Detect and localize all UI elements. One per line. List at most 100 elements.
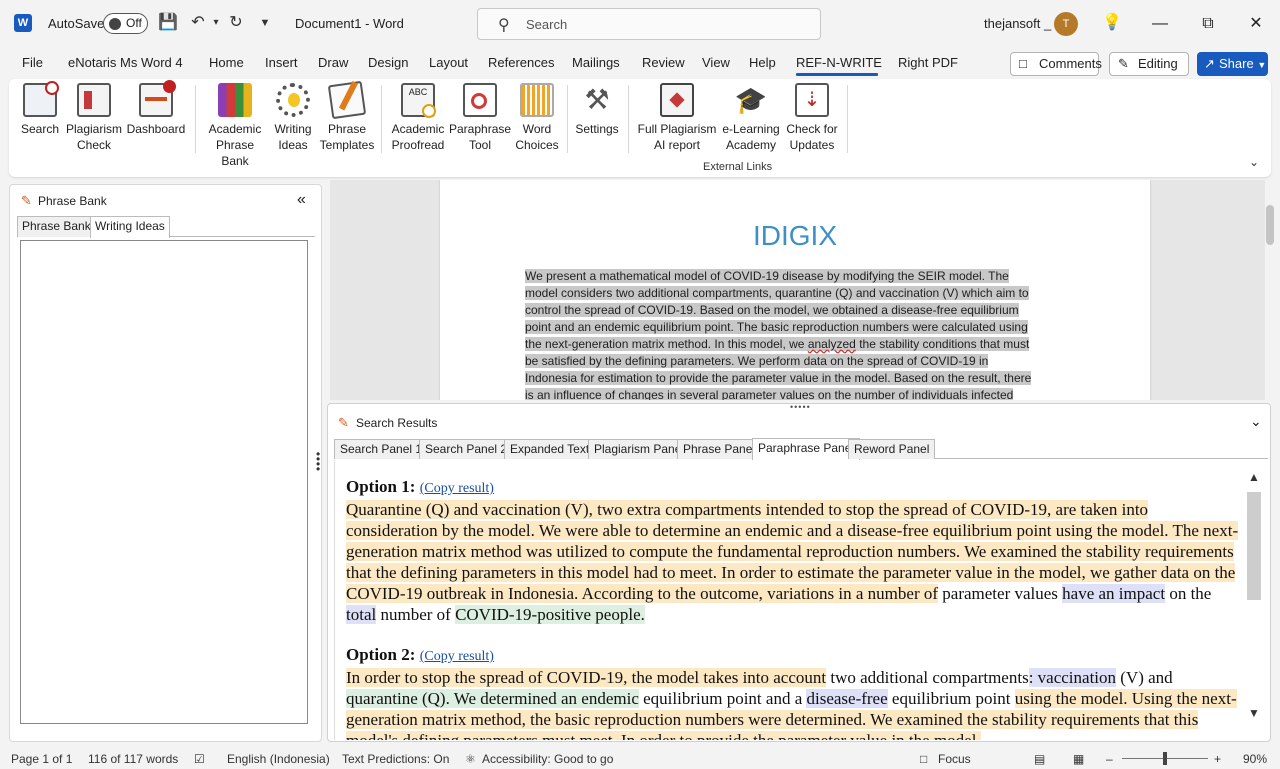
zoom-out-icon[interactable]: – bbox=[1106, 752, 1113, 766]
full-plagiarism-ai-report-button[interactable]: Full Plagiarism AI report bbox=[635, 83, 719, 153]
tab-enotaris[interactable]: eNotaris Ms Word 4 bbox=[68, 55, 183, 70]
tab-reword-panel[interactable]: Reword Panel bbox=[848, 439, 936, 459]
tab-home[interactable]: Home bbox=[209, 55, 244, 70]
ribbon-label: Check for bbox=[786, 122, 838, 136]
tab-right-pdf[interactable]: Right PDF bbox=[898, 55, 958, 70]
gear-lightbulb-icon bbox=[276, 83, 310, 117]
close-icon[interactable]: ✕ bbox=[1242, 10, 1270, 38]
option-segment: number of bbox=[376, 605, 456, 624]
scroll-down-icon[interactable]: ▼ bbox=[1248, 706, 1260, 720]
tab-phrase-panel[interactable]: Phrase Panel bbox=[677, 439, 762, 459]
text-predictions[interactable]: Text Predictions: On bbox=[342, 752, 449, 766]
document-page[interactable]: IDIGIX We present a mathematical model o… bbox=[440, 180, 1150, 400]
zoom-slider-thumb[interactable] bbox=[1163, 752, 1167, 765]
tab-layout[interactable]: Layout bbox=[429, 55, 468, 70]
share-button[interactable]: ↗ Share ▼ bbox=[1197, 52, 1268, 76]
comments-button[interactable]: □ Comments bbox=[1010, 52, 1102, 76]
collapse-panel-icon[interactable]: « bbox=[297, 191, 306, 209]
academic-proofread-button[interactable]: ABC Academic Proofread bbox=[387, 83, 449, 153]
tab-search-panel-1[interactable]: Search Panel 1 bbox=[334, 439, 429, 459]
customize-toolbar-icon[interactable]: ▼ bbox=[255, 13, 275, 33]
tab-view[interactable]: View bbox=[702, 55, 730, 70]
option-heading: Option 2 bbox=[346, 645, 410, 664]
tab-phrase-bank[interactable]: Phrase Bank bbox=[17, 216, 96, 237]
ribbon-label: Academy bbox=[725, 138, 777, 152]
tab-search-panel-2[interactable]: Search Panel 2 bbox=[419, 439, 514, 459]
phrase-templates-button[interactable]: Phrase Templates bbox=[317, 80, 377, 153]
panel-title: Phrase Bank bbox=[38, 194, 107, 208]
doc-line: control the spread of COVID-19. Based on… bbox=[525, 303, 1019, 317]
zoom-level[interactable]: 90% bbox=[1243, 752, 1267, 766]
document-heading: IDIGIX bbox=[752, 220, 837, 251]
word-logo-icon: W bbox=[14, 14, 32, 32]
restore-icon[interactable]: ⧉ bbox=[1194, 10, 1222, 38]
language-indicator[interactable]: English (Indonesia) bbox=[227, 752, 330, 766]
scroll-up-icon[interactable]: ▲ bbox=[1248, 470, 1260, 484]
autosave-toggle[interactable]: Off bbox=[103, 13, 148, 34]
proofing-icon[interactable]: ☑ bbox=[194, 752, 205, 766]
ribbon-label: Full Plagiarism bbox=[637, 122, 717, 136]
tab-file[interactable]: File bbox=[22, 55, 43, 70]
ribbon-label: Tool bbox=[468, 138, 491, 152]
editing-button[interactable]: ✎ Editing ▼ bbox=[1109, 52, 1189, 92]
print-layout-icon[interactable]: ▤ bbox=[1034, 752, 1045, 766]
undo-dropdown-icon[interactable]: ▾ bbox=[206, 13, 226, 33]
scroll-thumb[interactable] bbox=[1247, 492, 1261, 600]
tab-paraphrase-panel[interactable]: Paraphrase Panel bbox=[752, 438, 861, 460]
misspelled-word[interactable]: analyzed bbox=[808, 337, 856, 351]
word-count[interactable]: 116 of 117 words bbox=[88, 752, 178, 766]
word-choices-button[interactable]: Word Choices bbox=[513, 83, 561, 153]
redo-icon[interactable]: ↻ bbox=[226, 13, 246, 33]
lightbulb-icon[interactable]: 💡 bbox=[1102, 13, 1122, 33]
ribbon-label: Dashboard bbox=[126, 122, 186, 136]
e-learning-academy-button[interactable]: 🎓 e-Learning Academy bbox=[719, 83, 783, 153]
ribbon-label: Settings bbox=[575, 122, 619, 136]
plagiarism-check-button[interactable]: Plagiarism Check bbox=[64, 83, 124, 153]
paraphrase-tool-button[interactable]: Paraphrase Tool bbox=[449, 83, 511, 153]
minimize-icon[interactable]: — bbox=[1146, 10, 1174, 38]
document-body[interactable]: We present a mathematical model of COVID… bbox=[525, 268, 1065, 400]
dashboard-button[interactable]: Dashboard bbox=[126, 80, 186, 137]
academic-phrase-bank-button[interactable]: Academic Phrase Bank bbox=[201, 83, 269, 169]
option-segment: : vaccination bbox=[1028, 668, 1117, 687]
copy-result-link[interactable]: (Copy result) bbox=[420, 481, 494, 496]
tab-references[interactable]: References bbox=[488, 55, 554, 70]
panel-splitter-handle[interactable]: • • • • bbox=[316, 448, 320, 475]
tab-insert[interactable]: Insert bbox=[265, 55, 298, 70]
tab-design[interactable]: Design bbox=[368, 55, 408, 70]
save-icon[interactable]: 💾 bbox=[158, 13, 178, 33]
option-segment: on the bbox=[1165, 584, 1212, 603]
undo-icon[interactable]: ↶ bbox=[188, 13, 208, 33]
option-segment: (V) and bbox=[1116, 668, 1173, 687]
tab-ref-n-write[interactable]: REF-N-WRITE bbox=[796, 55, 882, 70]
results-scrollbar[interactable]: ▲ ▼ bbox=[1246, 466, 1262, 728]
pen-icon: ✎ bbox=[21, 193, 32, 208]
search-box[interactable]: ⚲ Search bbox=[477, 8, 821, 40]
tab-mailings[interactable]: Mailings bbox=[572, 55, 620, 70]
user-name[interactable]: thejansoft _ bbox=[984, 16, 1051, 31]
copy-result-link[interactable]: (Copy result) bbox=[420, 649, 494, 664]
search-tool-button[interactable]: Search bbox=[18, 81, 62, 137]
writing-ideas-list[interactable] bbox=[20, 240, 308, 724]
share-icon: ↗ bbox=[1204, 56, 1215, 71]
check-for-updates-button[interactable]: ⇣ Check for Updates bbox=[784, 83, 840, 153]
tab-plagiarism-panel[interactable]: Plagiarism Panel bbox=[588, 439, 691, 459]
ribbon-collapse-icon[interactable]: ⌄ bbox=[1249, 155, 1259, 169]
tab-writing-ideas[interactable]: Writing Ideas bbox=[90, 216, 170, 238]
tab-review[interactable]: Review bbox=[642, 55, 685, 70]
writing-ideas-button[interactable]: Writing Ideas bbox=[271, 83, 315, 153]
collapse-results-icon[interactable]: ⌄ bbox=[1250, 413, 1262, 430]
ribbon-label: e-Learning bbox=[722, 122, 780, 136]
document-scrollbar[interactable] bbox=[1266, 205, 1274, 245]
tab-help[interactable]: Help bbox=[749, 55, 776, 70]
resize-grip-icon[interactable]: ••••• bbox=[790, 402, 811, 412]
focus-mode[interactable]: Focus bbox=[938, 752, 971, 766]
tab-expanded-text[interactable]: Expanded Text bbox=[504, 439, 596, 459]
web-layout-icon[interactable]: ▦ bbox=[1073, 752, 1084, 766]
avatar[interactable]: T bbox=[1054, 12, 1078, 36]
zoom-in-icon[interactable]: + bbox=[1214, 752, 1221, 766]
tab-draw[interactable]: Draw bbox=[318, 55, 348, 70]
accessibility-status[interactable]: Accessibility: Good to go bbox=[482, 752, 613, 766]
settings-button[interactable]: ⚒ Settings bbox=[573, 83, 621, 137]
page-count[interactable]: Page 1 of 1 bbox=[11, 752, 72, 766]
